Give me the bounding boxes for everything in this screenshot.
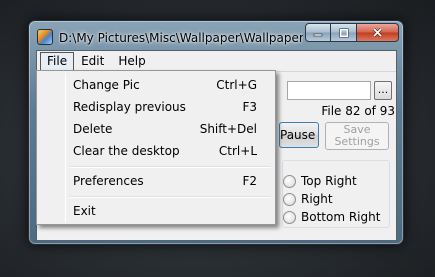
menu-item-shortcut: F3 xyxy=(242,100,257,114)
menu-item-label: Redisplay previous xyxy=(73,100,186,114)
maximize-icon xyxy=(338,27,349,38)
save-settings-button[interactable]: Save Settings xyxy=(325,122,389,150)
title-bar[interactable]: D:\My Pictures\Misc\Wallpaper\Wallpaper … xyxy=(29,21,403,51)
menu-item-label: Preferences xyxy=(73,174,144,188)
menu-item-label: Delete xyxy=(73,122,113,136)
menu-item-shortcut: Ctrl+G xyxy=(216,78,257,92)
save-settings-label-2: Settings xyxy=(334,135,380,148)
radio-top-right[interactable]: Top Right xyxy=(283,173,357,189)
radio-button[interactable] xyxy=(283,192,296,206)
menu-separator xyxy=(69,196,271,198)
radio-label: Bottom Right xyxy=(301,210,381,224)
menu-help[interactable]: Help xyxy=(111,52,152,71)
radio-bottom-right[interactable]: Bottom Right xyxy=(283,209,380,225)
radio-button[interactable] xyxy=(283,174,296,188)
menu-item-delete[interactable]: Delete Shift+Del xyxy=(39,119,273,140)
menu-separator xyxy=(69,166,271,168)
menu-item-change-pic[interactable]: Change Pic Ctrl+G xyxy=(39,75,273,96)
file-count-label: File 82 of 93 xyxy=(321,104,395,118)
menu-bar: File Edit Help xyxy=(37,51,396,72)
menu-item-clear-desktop[interactable]: Clear the desktop Ctrl+L xyxy=(39,141,273,162)
maximize-button[interactable] xyxy=(331,23,356,42)
menu-item-shortcut: F2 xyxy=(242,174,257,188)
minimize-icon xyxy=(313,33,323,36)
menu-file[interactable]: File xyxy=(40,51,75,71)
close-icon xyxy=(372,27,383,38)
menu-item-preferences[interactable]: Preferences F2 xyxy=(39,171,273,192)
path-input[interactable] xyxy=(287,81,371,100)
radio-label: Right xyxy=(301,192,333,206)
minimize-button[interactable] xyxy=(305,23,331,42)
radio-label: Top Right xyxy=(301,174,357,188)
menu-item-shortcut: Shift+Del xyxy=(199,122,257,136)
menu-item-label: Change Pic xyxy=(73,78,140,92)
wallpaper-app-icon[interactable] xyxy=(37,29,53,45)
caption-buttons xyxy=(305,23,399,42)
menu-item-label: Clear the desktop xyxy=(73,144,180,158)
menu-item-label: Exit xyxy=(73,204,96,218)
menu-item-shortcut: Ctrl+L xyxy=(218,144,257,158)
file-menu-dropdown: Change Pic Ctrl+G Redisplay previous F3 … xyxy=(36,70,276,225)
close-button[interactable] xyxy=(356,23,399,42)
menu-item-redisplay-previous[interactable]: Redisplay previous F3 xyxy=(39,97,273,118)
menu-item-exit[interactable]: Exit xyxy=(39,201,273,222)
menu-edit[interactable]: Edit xyxy=(74,52,111,71)
radio-right[interactable]: Right xyxy=(283,191,333,207)
pause-button[interactable]: Pause xyxy=(279,122,319,148)
window-title: D:\My Pictures\Misc\Wallpaper\Wallpaper … xyxy=(59,31,303,45)
browse-button[interactable]: ... xyxy=(374,81,392,100)
radio-button[interactable] xyxy=(283,210,296,224)
